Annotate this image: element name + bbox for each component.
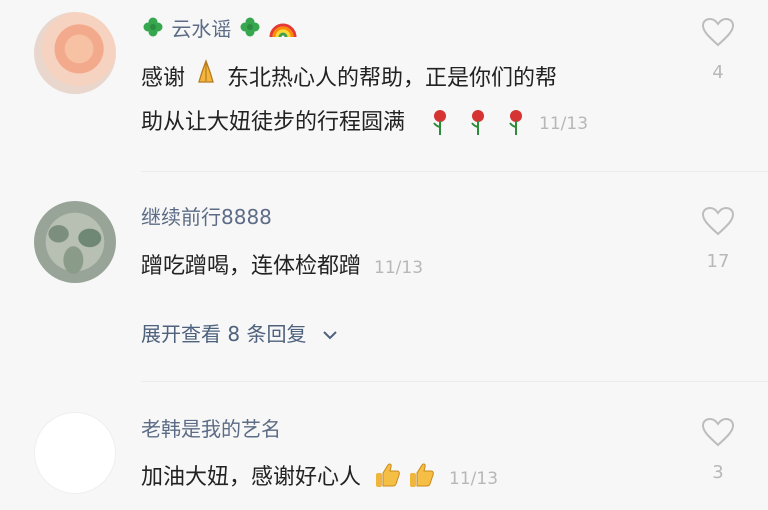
username-text[interactable]: 云水谣 — [171, 17, 231, 41]
expand-replies-button[interactable]: 展开查看 8 条回复 — [141, 320, 339, 348]
comment-text-line-1: 感谢 东北热心人的帮助，正是你们的帮 — [141, 58, 557, 100]
username[interactable]: 继续前行8888 — [141, 203, 272, 231]
expand-replies-label[interactable]: 展开查看 8 条回复 — [141, 322, 306, 346]
thumbs-up-icon — [372, 460, 402, 490]
rose-icon — [468, 109, 488, 137]
comment-text-line-1: 加油大妞，感谢好心人 11/13 — [141, 457, 498, 500]
like-count: 3 — [712, 462, 724, 483]
username[interactable]: 云水谣 — [141, 15, 298, 46]
folded-hands-icon — [192, 58, 220, 100]
comment-text: 感谢 — [141, 66, 186, 91]
rose-icon — [506, 109, 526, 137]
avatar[interactable] — [34, 412, 116, 494]
like-count: 4 — [712, 62, 724, 83]
like-heart-icon[interactable] — [700, 16, 736, 48]
chevron-down-icon[interactable] — [321, 323, 339, 341]
thumbs-up-icon — [406, 460, 436, 490]
divider — [141, 381, 768, 382]
comment-text-line-1: 蹭吃蹭喝，连体检都蹭 11/13 — [141, 246, 423, 289]
comment-date: 11/13 — [449, 469, 499, 489]
comment-text: 蹭吃蹭喝，连体检都蹭 — [141, 254, 362, 279]
divider — [141, 171, 768, 172]
comment-date: 11/13 — [374, 258, 424, 278]
avatar[interactable] — [34, 201, 116, 283]
comment-text: 东北热心人的帮助，正是你们的帮 — [227, 66, 558, 91]
comment-text: 助从让大妞徒步的行程圆满 — [141, 110, 406, 135]
avatar[interactable] — [34, 12, 116, 94]
username[interactable]: 老韩是我的艺名 — [141, 415, 281, 443]
clover-icon — [141, 15, 165, 46]
comment-text: 加油大妞，感谢好心人 — [141, 465, 362, 490]
like-heart-icon[interactable] — [700, 416, 736, 448]
comment-date: 11/13 — [539, 114, 589, 134]
comment-text-line-2: 助从让大妞徒步的行程圆满 11/13 — [141, 102, 588, 145]
rainbow-icon — [268, 15, 298, 46]
comment-1: 云水谣 感谢 东北热心人的帮助，正是你们的帮 助从让大妞徒步的行程圆满 11/1… — [0, 0, 768, 170]
like-heart-icon[interactable] — [700, 205, 736, 237]
like-count: 17 — [706, 251, 730, 272]
rose-icon — [430, 109, 450, 137]
clover-icon — [238, 15, 262, 46]
